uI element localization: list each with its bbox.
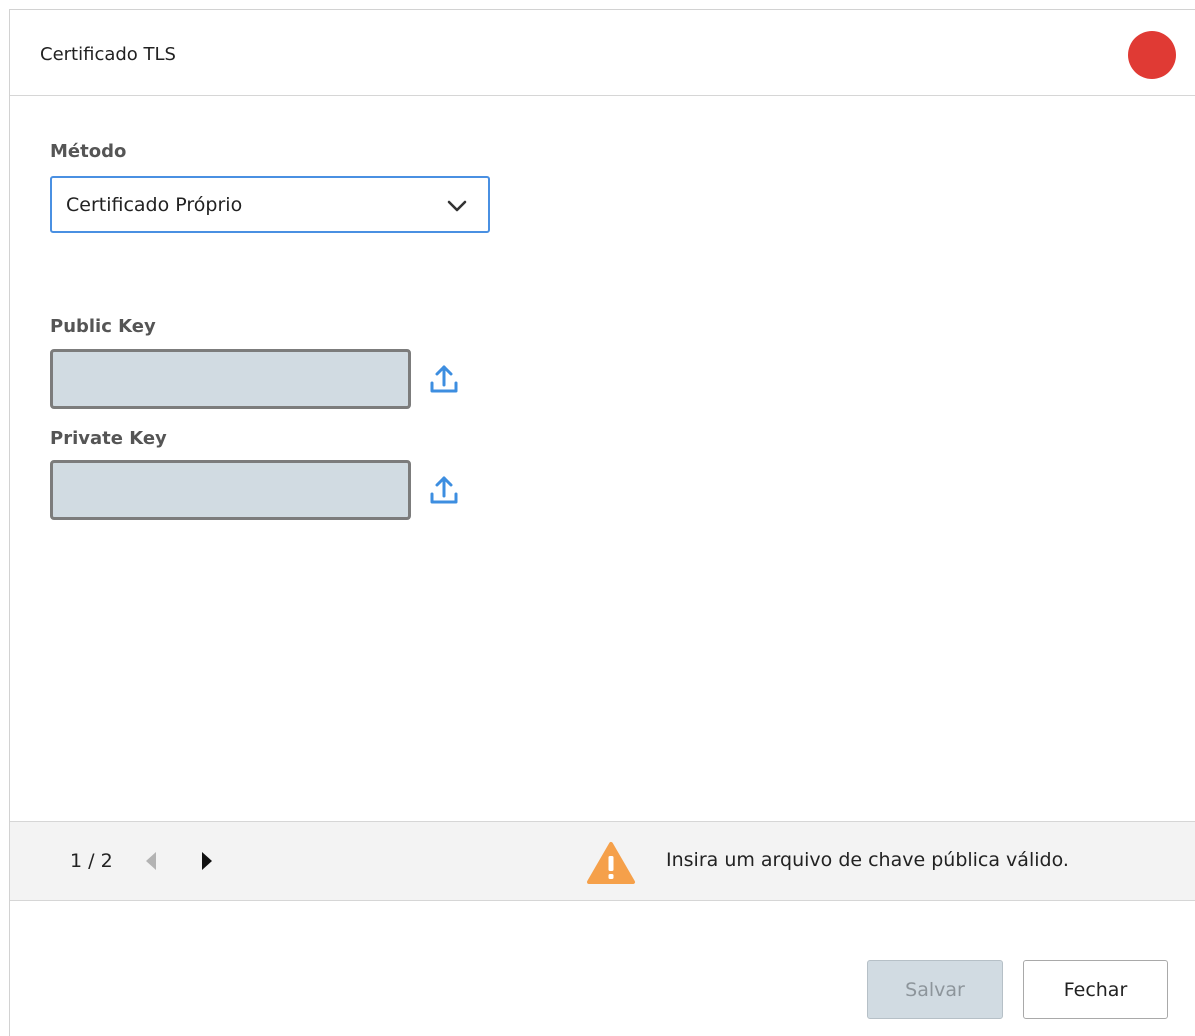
dialog-header: Certificado TLS	[10, 10, 1195, 96]
method-selected-value: Certificado Próprio	[66, 194, 243, 216]
tls-certificate-dialog: Certificado TLS Método Certificado Própr…	[9, 9, 1195, 1036]
chevron-down-icon	[447, 200, 467, 212]
warning-message: Insira um arquivo de chave pública válid…	[666, 849, 1069, 871]
close-button[interactable]: Fechar	[1023, 960, 1168, 1019]
public-key-upload-icon[interactable]	[426, 361, 462, 397]
private-key-upload-icon[interactable]	[426, 472, 462, 508]
private-key-label: Private Key	[50, 428, 167, 449]
private-key-input[interactable]	[50, 460, 411, 520]
method-select[interactable]: Certificado Próprio	[50, 176, 490, 233]
triangle-right-icon[interactable]	[198, 850, 214, 872]
status-indicator	[1128, 31, 1176, 79]
status-bar: 1 / 2 Insira um arquivo de chave pública…	[10, 821, 1195, 901]
page-indicator: 1 / 2	[70, 850, 113, 872]
save-button[interactable]: Salvar	[867, 960, 1003, 1019]
dialog-title: Certificado TLS	[40, 44, 176, 65]
triangle-left-icon[interactable]	[144, 850, 160, 872]
public-key-label: Public Key	[50, 316, 156, 337]
method-label: Método	[50, 141, 127, 162]
public-key-input[interactable]	[50, 349, 411, 409]
warning-triangle-icon	[587, 842, 635, 884]
